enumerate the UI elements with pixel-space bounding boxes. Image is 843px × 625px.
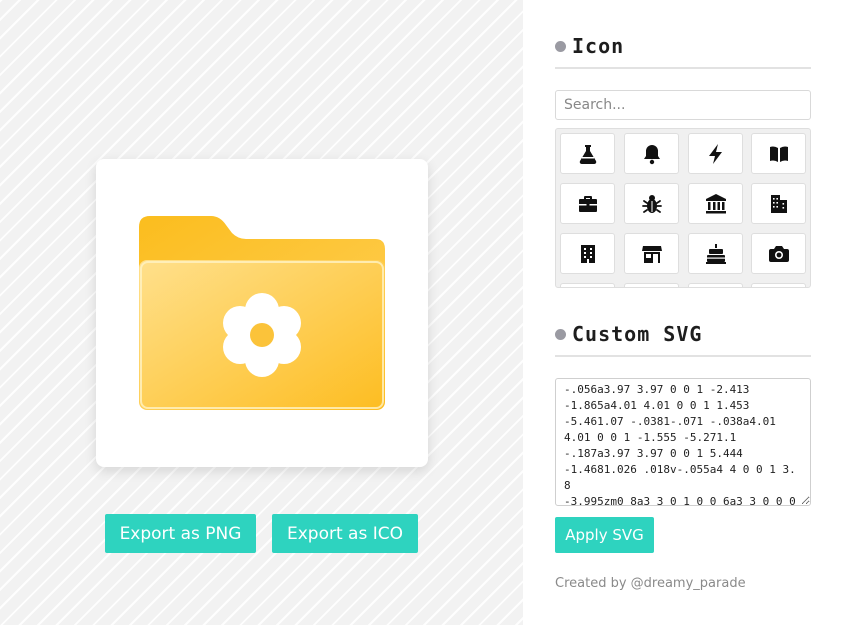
briefcase-icon (578, 195, 597, 212)
bolt-icon (708, 143, 722, 164)
icon-search-input[interactable] (555, 90, 811, 120)
shop-icon (641, 245, 662, 263)
settings-pane: Icon Search... Custom SVG -.056a3.97 3.9… (523, 0, 843, 625)
custom-svg-section-title: Custom SVG (572, 322, 703, 346)
bug-icon (641, 194, 662, 213)
apply-svg-button[interactable]: Apply SVG (555, 517, 654, 553)
icon-option-partial[interactable] (751, 283, 806, 287)
icon-option-building[interactable] (560, 233, 615, 274)
icon-option-cake[interactable] (688, 233, 743, 274)
preview-pane: Export as PNG Export as ICO (0, 0, 523, 625)
icon-option-flask[interactable] (560, 133, 615, 174)
icon-option-camera[interactable] (751, 233, 806, 274)
custom-svg-textarea[interactable] (555, 378, 811, 506)
cake-icon (705, 243, 726, 264)
icon-option-partial[interactable] (624, 283, 679, 287)
icon-option-bell[interactable] (624, 133, 679, 174)
icon-option-bug[interactable] (624, 183, 679, 224)
custom-svg-section-header: Custom SVG (555, 322, 811, 357)
icon-option-book[interactable] (751, 133, 806, 174)
credit-text: Created by @dreamy_parade (555, 576, 746, 591)
icon-option-shop[interactable] (624, 233, 679, 274)
export-ico-button[interactable]: Export as ICO (272, 514, 418, 553)
icon-option-partial[interactable] (560, 283, 615, 287)
icon-section-title: Icon (572, 34, 625, 58)
export-png-button[interactable]: Export as PNG (105, 514, 256, 553)
icon-section-header: Icon (555, 34, 811, 69)
icon-option-partial[interactable] (688, 283, 743, 287)
camera-icon (768, 245, 789, 262)
bell-icon (643, 144, 660, 164)
building-icon (580, 244, 595, 263)
icon-option-bolt[interactable] (688, 133, 743, 174)
icon-option-buildings[interactable] (751, 183, 806, 224)
icon-grid (555, 128, 811, 288)
buildings-icon (770, 194, 787, 213)
flask-icon (579, 144, 596, 164)
bank-icon (705, 193, 726, 213)
bullet-dot-icon (555, 328, 566, 340)
icon-preview-card (96, 159, 428, 467)
folder-flower-icon (139, 216, 385, 410)
book-icon (769, 145, 788, 162)
bullet-dot-icon (555, 40, 566, 52)
icon-option-bank[interactable] (688, 183, 743, 224)
icon-option-briefcase[interactable] (560, 183, 615, 224)
